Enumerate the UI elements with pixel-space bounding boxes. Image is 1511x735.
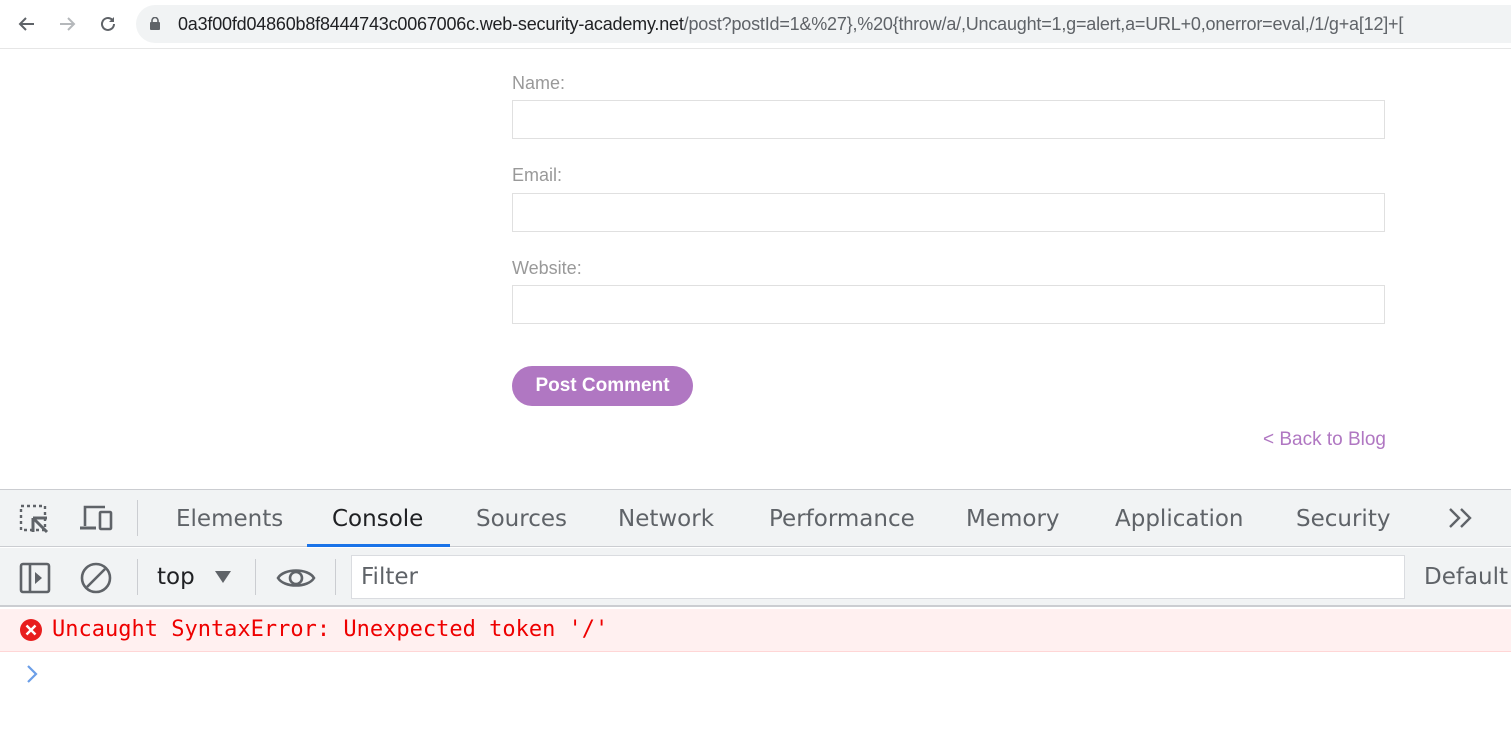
tab-application[interactable]: Application: [1115, 490, 1244, 547]
name-label: Name:: [512, 73, 565, 94]
inspect-element-icon[interactable]: [19, 504, 51, 536]
website-label: Website:: [512, 258, 582, 279]
url-path: /post?postId=1&%27},%20{throw/a/,Uncaugh…: [684, 14, 1404, 34]
error-icon: [19, 618, 43, 642]
separator: [137, 559, 138, 595]
console-prompt-icon[interactable]: [25, 664, 39, 684]
devtools-tab-bar: Elements Console Sources Network Perform…: [0, 489, 1511, 547]
tab-performance[interactable]: Performance: [769, 490, 915, 547]
url-host: 0a3f00fd04860b8f8444743c0067006c.web-sec…: [178, 14, 684, 34]
live-expression-eye-icon[interactable]: [276, 564, 316, 592]
email-input[interactable]: [512, 193, 1385, 232]
separator: [335, 559, 336, 595]
arrow-right-icon: [57, 14, 77, 34]
website-input[interactable]: [512, 285, 1385, 324]
address-bar[interactable]: 0a3f00fd04860b8f8444743c0067006c.web-sec…: [136, 5, 1511, 43]
email-label: Email:: [512, 165, 562, 186]
reload-button[interactable]: [94, 10, 122, 38]
separator: [255, 559, 256, 595]
back-button[interactable]: [13, 10, 41, 38]
browser-toolbar: 0a3f00fd04860b8f8444743c0067006c.web-sec…: [0, 0, 1511, 49]
active-tab-indicator: [307, 544, 450, 547]
tab-network[interactable]: Network: [618, 490, 714, 547]
tab-elements[interactable]: Elements: [176, 490, 283, 547]
tab-memory[interactable]: Memory: [966, 490, 1060, 547]
reload-icon: [98, 14, 118, 34]
url-text[interactable]: 0a3f00fd04860b8f8444743c0067006c.web-sec…: [178, 14, 1403, 35]
arrow-left-icon: [17, 14, 37, 34]
forward-button[interactable]: [53, 10, 81, 38]
back-to-blog-link[interactable]: < Back to Blog: [1263, 429, 1386, 451]
tab-sources[interactable]: Sources: [476, 490, 567, 547]
separator: [137, 500, 138, 536]
post-comment-button[interactable]: Post Comment: [512, 366, 693, 406]
error-text: Uncaught SyntaxError: Unexpected token '…: [52, 617, 608, 642]
console-error-message: Uncaught SyntaxError: Unexpected token '…: [0, 609, 1511, 652]
console-filter-input[interactable]: Filter: [351, 555, 1405, 599]
console-toolbar: top Filter Default levels: [0, 548, 1511, 607]
more-tabs-icon[interactable]: [1447, 507, 1475, 529]
lock-icon: [150, 17, 160, 30]
tab-console[interactable]: Console: [332, 490, 423, 547]
device-toolbar-icon[interactable]: [79, 504, 115, 534]
log-levels-dropdown[interactable]: Default levels: [1424, 555, 1511, 599]
name-input[interactable]: [512, 100, 1385, 139]
dropdown-triangle-icon[interactable]: [214, 570, 232, 584]
clear-console-icon[interactable]: [79, 561, 113, 595]
context-selector[interactable]: top: [157, 555, 195, 599]
tab-security[interactable]: Security: [1296, 490, 1390, 547]
sidebar-toggle-icon[interactable]: [19, 562, 51, 594]
